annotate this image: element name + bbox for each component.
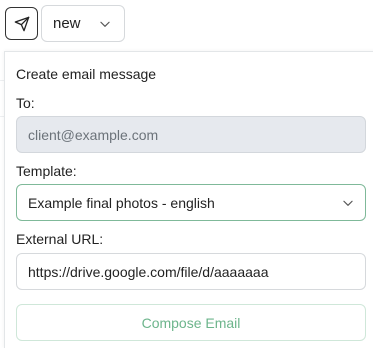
- template-select-value: Example final photos - english: [28, 194, 215, 211]
- to-field: client@example.com: [16, 116, 366, 153]
- external-url-value: https://drive.google.com/file/d/aaaaaaa: [28, 263, 269, 280]
- compose-email-button[interactable]: Compose Email: [16, 304, 366, 341]
- compose-email-label: Compose Email: [141, 314, 241, 331]
- external-url-input[interactable]: https://drive.google.com/file/d/aaaaaaa: [16, 253, 366, 290]
- toolbar: new: [5, 5, 125, 42]
- status-select-value: new: [53, 15, 81, 32]
- template-select[interactable]: Example final photos - english: [16, 184, 366, 221]
- status-select[interactable]: new: [41, 5, 125, 42]
- popover-title: Create email message: [16, 66, 157, 82]
- paper-plane-icon: [14, 16, 30, 32]
- to-field-value: client@example.com: [28, 126, 159, 143]
- chevron-down-icon: [341, 196, 355, 210]
- page: new Create email message To: client@exam…: [0, 0, 373, 348]
- email-popover: Create email message To: client@example.…: [4, 51, 373, 348]
- chevron-down-icon: [98, 17, 112, 31]
- send-button[interactable]: [5, 7, 38, 40]
- to-label: To:: [16, 95, 35, 111]
- external-url-label: External URL:: [16, 231, 104, 247]
- template-label: Template:: [16, 163, 77, 179]
